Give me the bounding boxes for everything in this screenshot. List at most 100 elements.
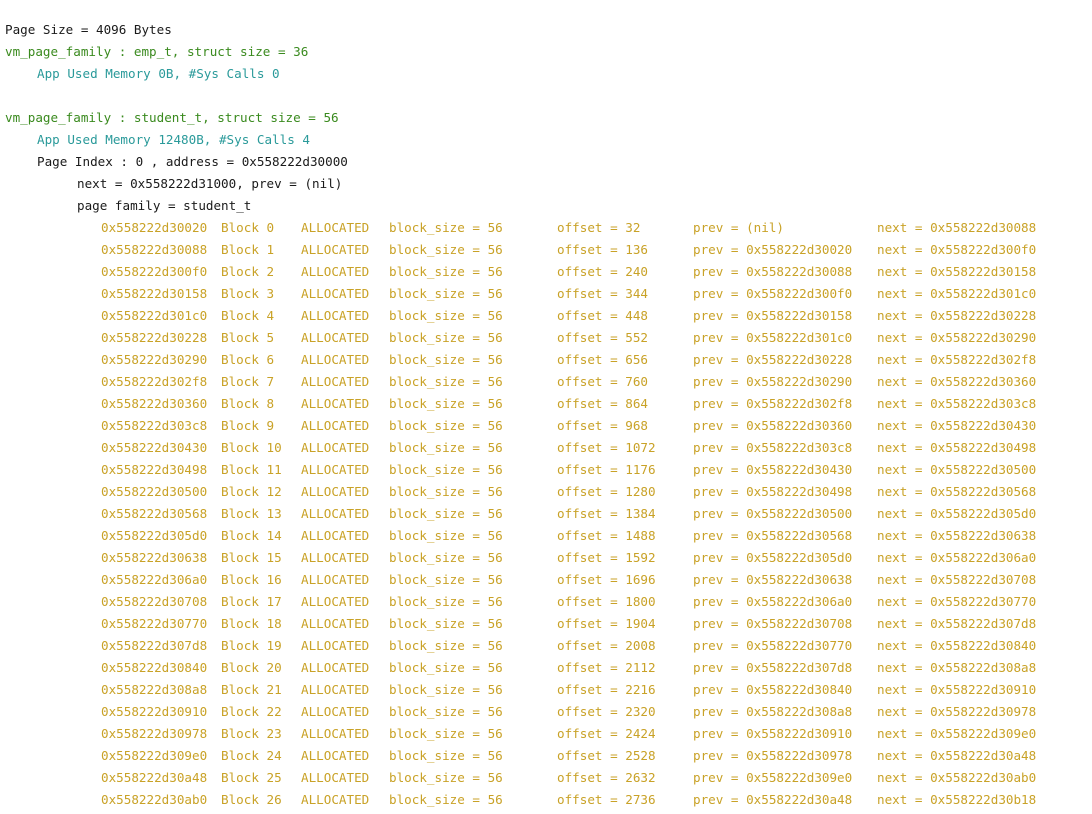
block-offset: offset = 136: [557, 242, 648, 257]
block-address: 0x558222d30638: [101, 550, 208, 565]
block-row: 0x558222d30498 Block 11 ALLOCATED block_siz…: [5, 459, 1092, 481]
block-row: 0x558222d30708 Block 17 ALLOCATED block_siz…: [5, 591, 1092, 613]
block-next: next = 0x558222d30498: [877, 440, 1037, 455]
block-offset: offset = 1904: [557, 616, 656, 631]
block-size: block_size = 56: [389, 440, 503, 455]
block-size: block_size = 56: [389, 550, 503, 565]
block-state: ALLOCATED: [301, 462, 370, 477]
block-prev: prev = 0x558222d30228: [693, 352, 853, 367]
block-state: ALLOCATED: [301, 682, 370, 697]
block-offset: offset = 1592: [557, 550, 656, 565]
block-row: 0x558222d30770 Block 18 ALLOCATED block_siz…: [5, 613, 1092, 635]
block-address: 0x558222d30430: [101, 440, 208, 455]
block-row: 0x558222d30360 Block 8 ALLOCATED block_size…: [5, 393, 1092, 415]
block-size: block_size = 56: [389, 264, 503, 279]
block-address: 0x558222d30290: [101, 352, 208, 367]
block-address: 0x558222d30498: [101, 462, 208, 477]
block-offset: offset = 1384: [557, 506, 656, 521]
block-label: Block 11: [221, 462, 282, 477]
block-size: block_size = 56: [389, 638, 503, 653]
block-next: next = 0x558222d30290: [877, 330, 1037, 345]
block-prev: prev = 0x558222d30a48: [693, 792, 853, 807]
block-label: Block 24: [221, 748, 282, 763]
block-state: ALLOCATED: [301, 286, 370, 301]
block-row: 0x558222d302f8 Block 7 ALLOCATED block_size…: [5, 371, 1092, 393]
block-label: Block 1: [221, 242, 275, 257]
block-row: 0x558222d30290 Block 6 ALLOCATED block_size…: [5, 349, 1092, 371]
block-offset: offset = 344: [557, 286, 648, 301]
block-label: Block 4: [221, 308, 275, 323]
block-size: block_size = 56: [389, 660, 503, 675]
block-next: next = 0x558222d30638: [877, 528, 1037, 543]
block-label: Block 20: [221, 660, 282, 675]
block-offset: offset = 864: [557, 396, 648, 411]
block-label: Block 7: [221, 374, 275, 389]
block-address: 0x558222d30568: [101, 506, 208, 521]
block-label: Block 2: [221, 264, 275, 279]
block-label: Block 3: [221, 286, 275, 301]
block-row: 0x558222d303c8 Block 9 ALLOCATED block_size…: [5, 415, 1092, 437]
block-next: next = 0x558222d30a48: [877, 748, 1037, 763]
block-prev: prev = 0x558222d30360: [693, 418, 853, 433]
block-label: Block 10: [221, 440, 282, 455]
block-next: next = 0x558222d30b18: [877, 792, 1037, 807]
block-next: next = 0x558222d300f0: [877, 242, 1037, 257]
block-label: Block 8: [221, 396, 275, 411]
block-next: next = 0x558222d30568: [877, 484, 1037, 499]
block-address: 0x558222d30770: [101, 616, 208, 631]
block-size: block_size = 56: [389, 682, 503, 697]
block-size: block_size = 56: [389, 352, 503, 367]
block-row: 0x558222d306a0 Block 16 ALLOCATED block_siz…: [5, 569, 1092, 591]
block-size: block_size = 56: [389, 726, 503, 741]
block-offset: offset = 2632: [557, 770, 656, 785]
block-row: 0x558222d30020 Block 0 ALLOCATED block_size…: [5, 217, 1092, 239]
block-label: Block 19: [221, 638, 282, 653]
block-prev: prev = (nil): [693, 220, 784, 235]
block-next: next = 0x558222d30228: [877, 308, 1037, 323]
block-next: next = 0x558222d30708: [877, 572, 1037, 587]
block-prev: prev = 0x558222d30840: [693, 682, 853, 697]
block-prev: prev = 0x558222d306a0: [693, 594, 853, 609]
block-prev: prev = 0x558222d30770: [693, 638, 853, 653]
block-prev: prev = 0x558222d305d0: [693, 550, 853, 565]
block-list: 0x558222d30020 Block 0 ALLOCATED block_size…: [5, 217, 1092, 811]
block-row: 0x558222d30158 Block 3 ALLOCATED block_size…: [5, 283, 1092, 305]
block-offset: offset = 2320: [557, 704, 656, 719]
block-next: next = 0x558222d30430: [877, 418, 1037, 433]
block-address: 0x558222d30910: [101, 704, 208, 719]
block-address: 0x558222d30ab0: [101, 792, 208, 807]
block-prev: prev = 0x558222d30708: [693, 616, 853, 631]
block-offset: offset = 656: [557, 352, 648, 367]
block-address: 0x558222d303c8: [101, 418, 208, 433]
block-row: 0x558222d30088 Block 1 ALLOCATED block_size…: [5, 239, 1092, 261]
block-offset: offset = 32: [557, 220, 641, 235]
block-row: 0x558222d30ab0 Block 26 ALLOCATED block_siz…: [5, 789, 1092, 811]
block-address: 0x558222d30228: [101, 330, 208, 345]
block-offset: offset = 2216: [557, 682, 656, 697]
block-size: block_size = 56: [389, 308, 503, 323]
block-row: 0x558222d305d0 Block 14 ALLOCATED block_siz…: [5, 525, 1092, 547]
block-address: 0x558222d30500: [101, 484, 208, 499]
block-address: 0x558222d306a0: [101, 572, 208, 587]
block-address: 0x558222d30088: [101, 242, 208, 257]
block-label: Block 12: [221, 484, 282, 499]
block-state: ALLOCATED: [301, 594, 370, 609]
block-address: 0x558222d300f0: [101, 264, 208, 279]
block-row: 0x558222d30a48 Block 25 ALLOCATED block_siz…: [5, 767, 1092, 789]
block-prev: prev = 0x558222d30978: [693, 748, 853, 763]
family-usage-emp: App Used Memory 0B, #Sys Calls 0: [37, 66, 280, 81]
block-state: ALLOCATED: [301, 550, 370, 565]
block-size: block_size = 56: [389, 286, 503, 301]
block-next: next = 0x558222d309e0: [877, 726, 1037, 741]
block-next: next = 0x558222d30500: [877, 462, 1037, 477]
block-label: Block 0: [221, 220, 275, 235]
page-size-line: Page Size = 4096 Bytes: [5, 22, 172, 37]
block-prev: prev = 0x558222d30638: [693, 572, 853, 587]
family-title-emp: vm_page_family : emp_t, struct size = 36: [5, 44, 309, 59]
block-prev: prev = 0x558222d30158: [693, 308, 853, 323]
block-offset: offset = 1696: [557, 572, 656, 587]
block-state: ALLOCATED: [301, 374, 370, 389]
block-row: 0x558222d30910 Block 22 ALLOCATED block_siz…: [5, 701, 1092, 723]
block-offset: offset = 552: [557, 330, 648, 345]
family-usage-student: App Used Memory 12480B, #Sys Calls 4: [37, 132, 310, 147]
